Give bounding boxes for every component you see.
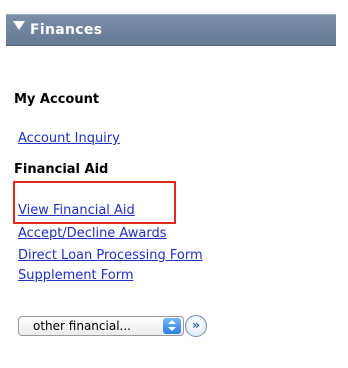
go-button[interactable]: » [185, 315, 207, 337]
account-inquiry-link[interactable]: Account Inquiry [18, 131, 120, 146]
section-title-my-account: My Account [14, 92, 100, 107]
header-title: Finances [30, 22, 103, 38]
finances-header[interactable]: Finances [6, 14, 336, 46]
select-value: other financial... [33, 319, 131, 333]
supplement-form-link[interactable]: Supplement Form [18, 268, 133, 283]
accept-decline-awards-link[interactable]: Accept/Decline Awards [18, 226, 167, 241]
direct-loan-processing-form-link[interactable]: Direct Loan Processing Form [18, 248, 203, 263]
select-arrows-icon[interactable] [163, 318, 181, 334]
section-title-financial-aid: Financial Aid [14, 162, 109, 177]
triangle-down-icon[interactable] [13, 21, 25, 30]
finances-panel: Finances My Account Account Inquiry Fina… [0, 0, 348, 368]
view-financial-aid-link[interactable]: View Financial Aid [18, 203, 135, 218]
other-financial-select[interactable]: other financial... [18, 316, 184, 336]
